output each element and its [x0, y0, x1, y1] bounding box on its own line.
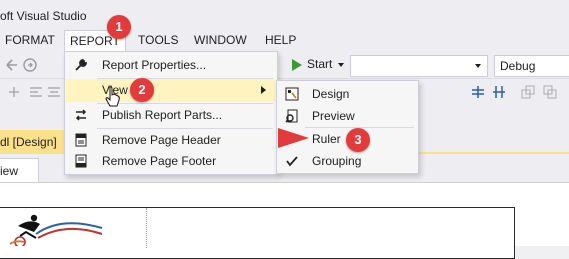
add-icon[interactable] [6, 84, 22, 100]
submenu-item-label: Design [312, 87, 350, 101]
chevron-down-icon [475, 64, 481, 68]
pointer-arrow-icon [277, 126, 311, 153]
distribute-horizontal-icon[interactable] [470, 84, 486, 100]
menu-tools[interactable]: TOOLS [133, 30, 183, 51]
cyclist-logo [6, 212, 106, 249]
design-document-tab-label: dl [Design] [0, 135, 57, 149]
play-icon[interactable] [288, 57, 304, 73]
submenu-item-preview[interactable]: Preview [278, 105, 417, 128]
window-title: oft Visual Studio [0, 9, 87, 23]
configuration-value: Debug [500, 59, 536, 73]
menu-bar: FORMAT REPORT TOOLS WINDOW HELP [0, 30, 569, 52]
checkmark-icon [285, 154, 299, 168]
size-to-grid-icon[interactable] [520, 84, 536, 100]
menu-item-report-properties[interactable]: Report Properties... [66, 54, 276, 77]
submenu-item-label: Preview [312, 109, 355, 123]
submenu-item-design[interactable]: Design [278, 83, 417, 106]
target-combo[interactable] [350, 55, 488, 77]
page-header-icon [74, 133, 88, 147]
align-left-icon[interactable] [28, 84, 44, 100]
bring-to-front-icon[interactable] [542, 84, 558, 100]
menu-format[interactable]: FORMAT [0, 30, 60, 51]
menu-item-publish-report-parts[interactable]: Publish Report Parts... [66, 104, 276, 127]
submenu-item-label: Ruler [312, 132, 341, 146]
menu-item-remove-page-footer[interactable]: Remove Page Footer [66, 150, 276, 173]
callout-badge-1: 1 [107, 15, 131, 39]
navigate-icon[interactable] [22, 57, 38, 73]
publish-arrows-icon [74, 108, 88, 122]
report-menu: Report Properties... View Publish Report… [64, 51, 278, 175]
start-button[interactable]: Start [307, 57, 332, 71]
align-center-icon[interactable] [46, 84, 62, 100]
wrench-icon [74, 58, 88, 72]
menu-item-remove-page-header[interactable]: Remove Page Header [66, 129, 276, 152]
menu-help[interactable]: HELP [260, 30, 301, 51]
menu-window[interactable]: WINDOW [189, 30, 252, 51]
undo-icon[interactable] [4, 57, 20, 73]
start-dropdown-icon[interactable] [338, 63, 344, 67]
callout-badge-3: 3 [346, 128, 370, 152]
preview-icon [285, 109, 299, 123]
configuration-combo[interactable]: Debug [494, 55, 569, 77]
mouse-cursor-icon [105, 86, 121, 111]
menu-item-view[interactable]: View [66, 79, 276, 102]
design-icon [285, 87, 299, 101]
design-view-tab-label: iew [0, 164, 19, 178]
page-footer-icon [74, 154, 88, 168]
distribute-vertical-icon[interactable] [491, 84, 507, 100]
submenu-arrow-icon [261, 86, 266, 94]
menu-item-label: Remove Page Footer [102, 154, 217, 168]
callout-badge-2: 2 [130, 78, 154, 102]
submenu-item-label: Grouping [312, 154, 362, 168]
submenu-item-grouping[interactable]: Grouping [278, 150, 417, 173]
menu-item-label: Remove Page Header [102, 133, 221, 147]
menu-item-label: Report Properties... [102, 58, 207, 72]
column-guide [146, 208, 147, 248]
